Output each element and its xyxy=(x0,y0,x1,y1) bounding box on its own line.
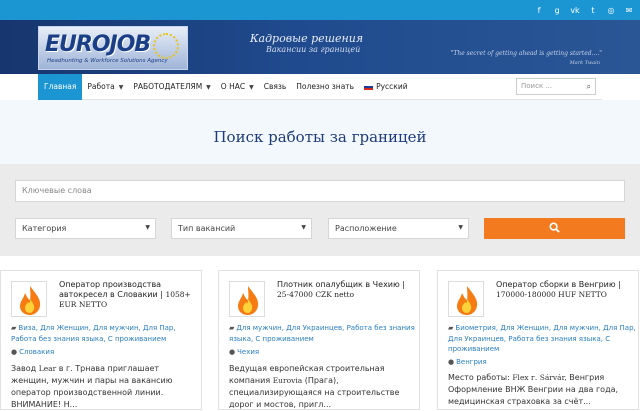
job-salary: 25-47000 CZK netto xyxy=(277,290,355,299)
map-pin-icon: ● xyxy=(11,348,18,356)
job-tags-text: Биометрия, Для Женщин, Для мужчин, Для П… xyxy=(448,324,636,353)
nav-search-placeholder: Поиск ... xyxy=(521,82,553,90)
logo-subtitle: Headhunting & Workforce Solutions Agency xyxy=(47,58,168,64)
quote-author: Mark Twain xyxy=(569,60,600,66)
site-logo[interactable]: EUROJOB Headhunting & Workforce Solution… xyxy=(38,26,188,70)
job-title-text: Оператор сборки в Венгрию | xyxy=(496,280,621,289)
search-icon xyxy=(549,221,560,236)
search-icon[interactable]: ⌕ xyxy=(587,82,591,92)
keywords-input[interactable]: Ключевые слова xyxy=(15,180,625,202)
nav-useful-label: Полезно знать xyxy=(296,81,355,91)
briefcase-icon: ▰ xyxy=(448,324,454,332)
job-location[interactable]: ● Словакия xyxy=(11,348,54,356)
job-location[interactable]: ● Чехия xyxy=(229,348,259,356)
job-location-text: Словакия xyxy=(19,348,55,356)
job-description: Ведущая европейская строительная компани… xyxy=(229,363,417,411)
job-desc-part: Место работы: xyxy=(448,373,513,382)
search-button[interactable] xyxy=(484,218,625,239)
job-location-text: Венгрия xyxy=(456,358,487,366)
header-subtitle: Вакансии за границей xyxy=(266,45,361,54)
nav-employers[interactable]: РАБОТОДАТЕЛЯМ ▼ xyxy=(128,74,215,100)
job-tags[interactable]: ▰ Виза, Для Женщин, Для мужчин, Для Пар, … xyxy=(11,323,199,344)
job-type-select-label: Тип вакансий xyxy=(178,224,236,233)
chevron-down-icon: ▼ xyxy=(118,83,124,91)
nav-employers-label: РАБОТОДАТЕЛЯМ xyxy=(133,81,203,91)
job-title[interactable]: Оператор сборки в Венгрию | 170000-18000… xyxy=(496,280,632,300)
job-desc-part: Завод xyxy=(11,364,39,373)
job-card[interactable]: Оператор сборки в Венгрию | 170000-18000… xyxy=(437,270,639,410)
job-tags[interactable]: ▰ Для мужчин, Для Украинцев, Работа без з… xyxy=(229,323,417,344)
job-card[interactable]: Плотник опалубщик в Чехию | 25-47000 CZK… xyxy=(218,270,420,410)
nav-search-input[interactable]: Поиск ... ⌕ xyxy=(516,78,596,95)
job-card[interactable]: Оператор производства автокресел в Слова… xyxy=(0,270,202,410)
job-title-text: Оператор производства автокресел в Слова… xyxy=(59,280,166,299)
job-location[interactable]: ● Венгрия xyxy=(448,358,487,366)
russia-flag-icon xyxy=(364,83,374,90)
nav-contact-label: Связь xyxy=(263,81,287,91)
location-select[interactable]: Расположение ▼ xyxy=(328,218,469,239)
job-title-text: Плотник опалубщик в Чехию | xyxy=(277,280,405,289)
chevron-down-icon: ▼ xyxy=(145,224,150,231)
flame-icon xyxy=(229,281,265,317)
nav-work[interactable]: Работа ▼ xyxy=(82,74,128,100)
job-desc-company: Flex г. Sárvár, xyxy=(512,373,567,382)
nav-useful[interactable]: Полезно знать xyxy=(291,74,359,100)
nav-contact[interactable]: Связь xyxy=(259,74,292,100)
twitter-icon[interactable]: t xyxy=(588,6,598,15)
job-tags[interactable]: ▰ Биометрия, Для Женщин, Для мужчин, Для … xyxy=(448,323,636,355)
page-title: Поиск работы за границей xyxy=(213,128,427,146)
category-select-label: Категория xyxy=(22,224,67,233)
chevron-down-icon: ▼ xyxy=(458,224,463,231)
logo-text: EUROJOB xyxy=(45,32,151,57)
job-salary: 170000-180000 HUF NETTO xyxy=(496,290,607,299)
job-description: Место работы: Flex г. Sárvár, Венгрия Оф… xyxy=(448,372,636,408)
location-select-label: Расположение xyxy=(335,224,397,233)
nav-home-label: Главная xyxy=(44,81,77,91)
header-title: Кадровые решения xyxy=(250,32,364,45)
job-desc-company: Eurovia xyxy=(272,376,303,385)
nav-home[interactable]: Главная xyxy=(38,73,83,100)
nav-language-label: Русский xyxy=(376,81,408,91)
job-desc-company: Lear xyxy=(38,364,57,373)
briefcase-icon: ▰ xyxy=(229,324,235,332)
map-pin-icon: ● xyxy=(229,348,236,356)
nav-work-label: Работа xyxy=(87,81,115,91)
map-pin-icon: ● xyxy=(448,358,455,366)
job-location-text: Чехия xyxy=(237,348,260,356)
instagram-icon[interactable]: ◎ xyxy=(606,6,616,15)
nav-language[interactable]: Русский xyxy=(359,74,413,100)
nav-about-label: О НАС xyxy=(220,81,246,91)
job-title[interactable]: Плотник опалубщик в Чехию | 25-47000 CZK… xyxy=(277,280,413,300)
google-plus-icon[interactable]: g xyxy=(552,6,562,15)
email-icon[interactable]: ✉ xyxy=(624,6,634,15)
vk-icon[interactable]: vk xyxy=(570,6,580,15)
nav-about[interactable]: О НАС ▼ xyxy=(216,74,259,100)
chevron-down-icon: ▼ xyxy=(206,83,211,91)
flame-icon xyxy=(11,281,47,317)
hero-section: Поиск работы за границей xyxy=(0,100,640,164)
header-quote: "The secret of getting ahead is getting … xyxy=(450,50,602,57)
top-bar: f g vk t ◎ ✉ xyxy=(0,0,640,20)
job-tags-text: Для мужчин, Для Украинцев, Работа без зн… xyxy=(229,324,415,343)
social-links: f g vk t ◎ ✉ xyxy=(534,0,634,20)
job-description: Завод Lear в г. Трнава приглашает женщин… xyxy=(11,363,199,411)
flame-icon xyxy=(448,281,484,317)
job-type-select[interactable]: Тип вакансий ▼ xyxy=(171,218,312,239)
job-title[interactable]: Оператор производства автокресел в Слова… xyxy=(59,280,195,310)
search-panel xyxy=(0,164,640,256)
job-tags-text: Виза, Для Женщин, Для мужчин, Для Пар, Р… xyxy=(11,324,176,343)
briefcase-icon: ▰ xyxy=(11,324,17,332)
eu-stars-icon xyxy=(153,33,179,59)
chevron-down-icon: ▼ xyxy=(249,83,254,91)
facebook-icon[interactable]: f xyxy=(534,6,544,15)
main-nav: Главная Работа ▼ РАБОТОДАТЕЛЯМ ▼ О НАС ▼ Св… xyxy=(38,73,602,100)
category-select[interactable]: Категория ▼ xyxy=(15,218,156,239)
chevron-down-icon: ▼ xyxy=(301,224,306,231)
